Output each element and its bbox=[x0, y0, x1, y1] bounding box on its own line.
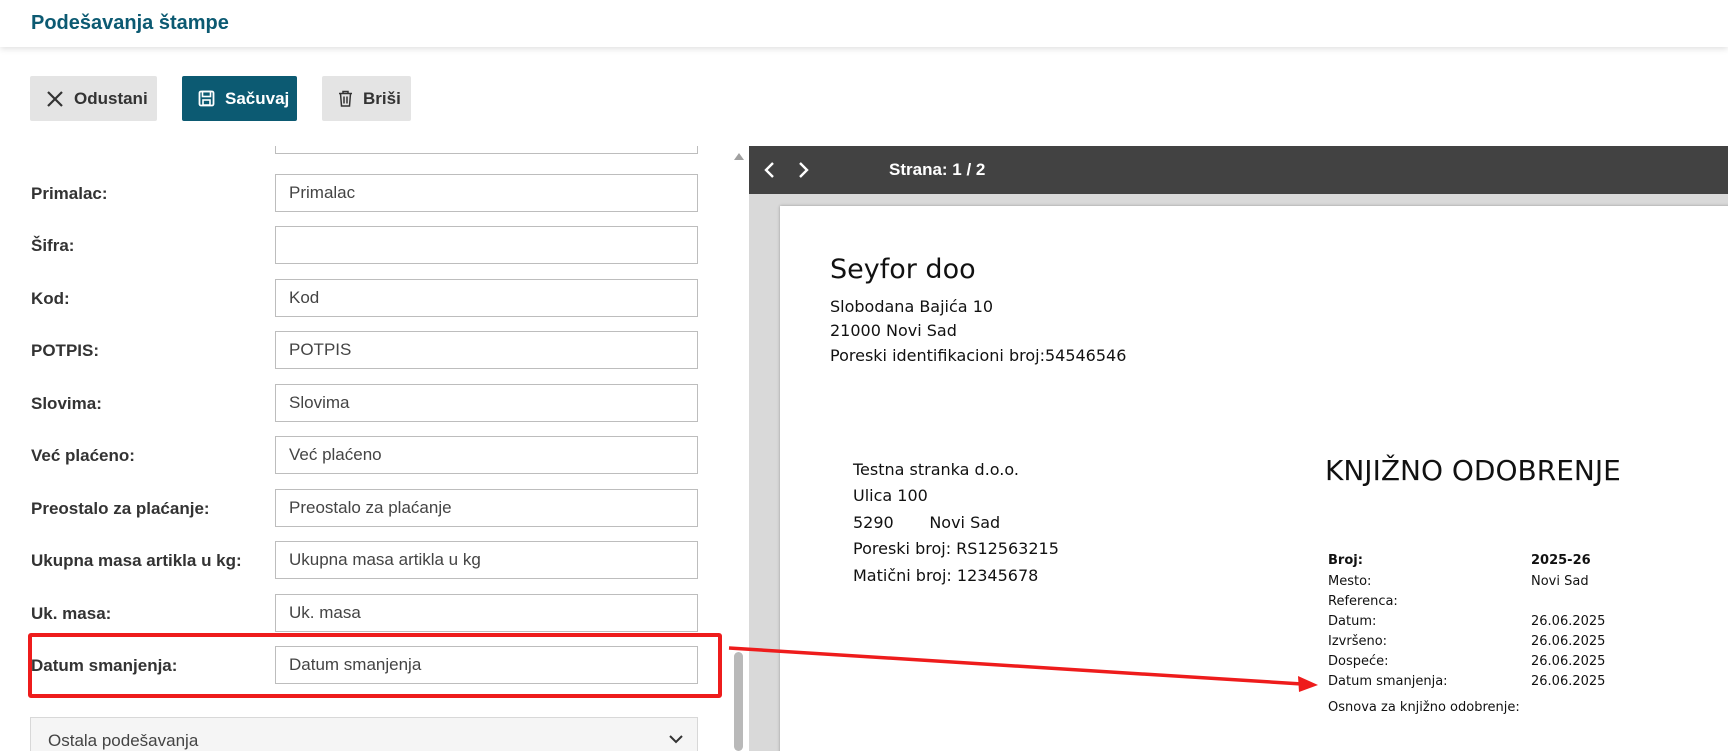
slovima-input[interactable] bbox=[275, 384, 698, 422]
field-label: Uk. masa: bbox=[31, 604, 112, 623]
chevron-left-icon[interactable] bbox=[762, 160, 778, 180]
other-settings-label: Ostala podešavanja bbox=[48, 731, 199, 750]
meta-label: Mesto: bbox=[1328, 574, 1372, 589]
form-row-ukupna-masa: Ukupna masa artikla u kg: bbox=[0, 541, 720, 579]
field-label: Slovima: bbox=[31, 394, 102, 413]
form-row-slovima: Slovima: bbox=[0, 384, 720, 422]
top-bar: Podešavanja štampe bbox=[0, 0, 1728, 47]
scrollbar-thumb[interactable] bbox=[734, 652, 743, 751]
company-tax-id: Poreski identifikacioni broj:54546546 bbox=[830, 346, 1127, 365]
meta-label: Datum smanjenja: bbox=[1328, 674, 1448, 689]
form-row-vec-placeno: Već plaćeno: bbox=[0, 436, 720, 474]
document-page: Seyfor doo Slobodana Bajića 10 21000 Nov… bbox=[780, 206, 1728, 751]
save-button[interactable]: Sačuvaj bbox=[182, 76, 297, 121]
field-label: Ukupna masa artikla u kg: bbox=[31, 551, 242, 570]
form-row-preostalo: Preostalo za plaćanje: bbox=[0, 489, 720, 527]
field-label: Datum smanjenja: bbox=[31, 656, 178, 675]
other-settings-dropdown[interactable]: Ostala podešavanja bbox=[30, 717, 698, 751]
trash-icon bbox=[339, 90, 352, 107]
field-label: Preostalo za plaćanje: bbox=[31, 499, 210, 518]
field-label: Primalac: bbox=[31, 184, 108, 203]
form-row-sifra: Šifra: bbox=[0, 226, 720, 264]
form-scrollbar[interactable] bbox=[731, 146, 747, 751]
chevron-down-icon bbox=[669, 735, 683, 744]
page-title: Podešavanja štampe bbox=[31, 12, 229, 34]
delete-label: Briši bbox=[363, 88, 401, 108]
save-icon bbox=[198, 90, 215, 107]
page-indicator: Strana: 1 / 2 bbox=[889, 160, 986, 179]
meta-value: 2025-26 bbox=[1531, 553, 1591, 568]
meta-value: Novi Sad bbox=[1531, 574, 1589, 589]
company-name: Seyfor doo bbox=[830, 254, 976, 285]
sifra-input[interactable] bbox=[275, 226, 698, 264]
primalac-input[interactable] bbox=[275, 174, 698, 212]
action-toolbar: Odustani Sačuvaj Briši bbox=[0, 47, 1728, 146]
meta-value: 26.06.2025 bbox=[1531, 674, 1606, 689]
field-label: Već plaćeno: bbox=[31, 446, 135, 465]
form-row-datum-smanjenja: Datum smanjenja: bbox=[0, 646, 720, 684]
ukupna-masa-input[interactable] bbox=[275, 541, 698, 579]
potpis-input[interactable] bbox=[275, 331, 698, 369]
field-label: POTPIS: bbox=[31, 341, 100, 360]
uk-masa-input[interactable] bbox=[275, 594, 698, 632]
save-label: Sačuvaj bbox=[225, 88, 290, 108]
form-row-kod: Kod: bbox=[0, 279, 720, 317]
customer-tax-number: Poreski broj: RS12563215 bbox=[853, 539, 1059, 558]
chevron-right-icon[interactable] bbox=[795, 160, 811, 180]
clipped-input[interactable] bbox=[275, 146, 698, 154]
form-row-uk-masa: Uk. masa: bbox=[0, 594, 720, 632]
basis-label: Osnova za knjižno odobrenje: bbox=[1328, 700, 1520, 715]
vec-placeno-input[interactable] bbox=[275, 436, 698, 474]
print-preview: Strana: 1 / 2 Seyfor doo Slobodana Bajić… bbox=[749, 146, 1728, 751]
meta-label: Referenca: bbox=[1328, 594, 1398, 609]
form-row-primalac: Primalac: bbox=[0, 174, 720, 212]
customer-city: 5290 Novi Sad bbox=[853, 513, 1001, 532]
company-city: 21000 Novi Sad bbox=[830, 321, 957, 340]
customer-registration-number: Matični broj: 12345678 bbox=[853, 566, 1039, 585]
meta-label: Izvršeno: bbox=[1328, 634, 1388, 649]
delete-button[interactable]: Briši bbox=[322, 76, 411, 121]
meta-value: 26.06.2025 bbox=[1531, 654, 1606, 669]
meta-value: 26.06.2025 bbox=[1531, 614, 1606, 629]
print-settings-form: Primalac: Šifra: Kod: POTPIS: Slovima: V… bbox=[0, 146, 748, 751]
field-label: Kod: bbox=[31, 289, 70, 308]
preostalo-input[interactable] bbox=[275, 489, 698, 527]
document-title: KNJIŽNO ODOBRENJE bbox=[1325, 454, 1621, 487]
cancel-label: Odustani bbox=[74, 88, 148, 108]
meta-value: 26.06.2025 bbox=[1531, 634, 1606, 649]
meta-label: Datum: bbox=[1328, 614, 1377, 629]
preview-toolbar: Strana: 1 / 2 bbox=[749, 146, 1728, 194]
customer-name: Testna stranka d.o.o. bbox=[853, 460, 1019, 479]
cancel-button[interactable]: Odustani bbox=[30, 76, 157, 121]
company-address: Slobodana Bajića 10 bbox=[830, 297, 994, 316]
scroll-up-icon[interactable] bbox=[733, 151, 745, 161]
meta-label: Broj: bbox=[1328, 553, 1363, 568]
close-icon bbox=[47, 90, 63, 107]
meta-label: Dospeće: bbox=[1328, 654, 1389, 669]
datum-smanjenja-input[interactable] bbox=[275, 646, 698, 684]
customer-street: Ulica 100 bbox=[853, 486, 928, 505]
form-row-potpis: POTPIS: bbox=[0, 331, 720, 369]
field-label: Šifra: bbox=[31, 236, 75, 255]
kod-input[interactable] bbox=[275, 279, 698, 317]
